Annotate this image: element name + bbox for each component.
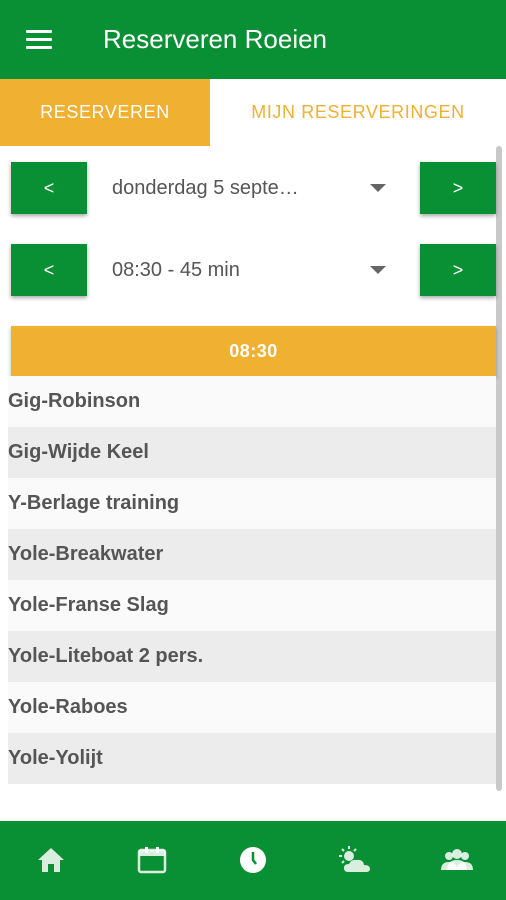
boat-list: Gig-Robinson Gig-Wijde Keel Y-Berlage tr… (8, 376, 496, 784)
caret-down-icon (370, 184, 386, 192)
boat-item[interactable]: Yole-Breakwater (8, 529, 496, 580)
time-select[interactable]: 08:30 - 45 min (98, 244, 408, 296)
app-bar: Reserveren Roeien (0, 0, 506, 79)
tab-bar: RESERVEREN MIJN RESERVERINGEN (0, 79, 506, 146)
calendar-icon[interactable] (135, 845, 169, 875)
previous-date-button[interactable]: < (11, 162, 87, 214)
date-row: < donderdag 5 septe… > (0, 162, 496, 214)
boat-item[interactable]: Yole-Yolijt (8, 733, 496, 784)
bottom-navigation (0, 821, 506, 900)
boat-item[interactable]: Yole-Raboes (8, 682, 496, 733)
tab-reserveren[interactable]: RESERVEREN (0, 79, 210, 146)
boat-item[interactable]: Y-Berlage training (8, 478, 496, 529)
previous-time-button[interactable]: < (11, 244, 87, 296)
weather-icon[interactable] (338, 845, 372, 875)
clock-icon[interactable] (236, 845, 270, 875)
date-select[interactable]: donderdag 5 septe… (98, 162, 408, 214)
caret-down-icon (370, 266, 386, 274)
next-date-button[interactable]: > (420, 162, 496, 214)
tab-mijn-reserveringen[interactable]: MIJN RESERVERINGEN (210, 79, 506, 146)
boat-item[interactable]: Gig-Robinson (8, 376, 496, 427)
menu-icon[interactable] (26, 30, 54, 50)
next-time-button[interactable]: > (420, 244, 496, 296)
date-select-value: donderdag 5 septe… (112, 176, 299, 199)
people-icon[interactable] (440, 845, 474, 875)
boat-item[interactable]: Yole-Liteboat 2 pers. (8, 631, 496, 682)
boat-item[interactable]: Gig-Wijde Keel (8, 427, 496, 478)
time-slot-header: 08:30 (11, 326, 496, 376)
boat-item[interactable]: Yole-Franse Slag (8, 580, 496, 631)
scrollbar[interactable] (496, 146, 502, 791)
time-row: < 08:30 - 45 min > (0, 244, 496, 296)
page-title: Reserveren Roeien (103, 24, 328, 54)
home-icon[interactable] (34, 845, 68, 875)
time-select-value: 08:30 - 45 min (112, 258, 240, 281)
